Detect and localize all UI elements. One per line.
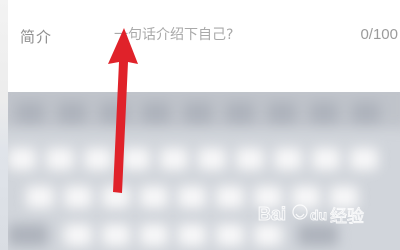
keyboard-key[interactable] (102, 224, 130, 246)
keyboard-key[interactable] (274, 148, 302, 170)
keyboard-key[interactable] (140, 186, 168, 208)
screen: 简介 0/100 (0, 0, 400, 250)
keyboard-key[interactable] (102, 186, 130, 208)
keyboard-key[interactable] (8, 224, 48, 246)
keyboard-key[interactable] (26, 186, 54, 208)
keyboard-key[interactable] (46, 148, 74, 170)
baidu-jingyan-watermark: Bai du 经验 (258, 204, 365, 228)
keyboard-row-1 (8, 98, 400, 128)
keyboard-row-2 (8, 144, 400, 174)
keyboard-key[interactable] (100, 102, 128, 124)
watermark-logo-glyphs: Bai du 经验 (258, 204, 365, 228)
keyboard-key[interactable] (216, 186, 244, 208)
svg-text:经验: 经验 (330, 207, 364, 227)
keyboard-key[interactable] (226, 102, 254, 124)
keyboard-key[interactable] (312, 148, 340, 170)
keyboard-key[interactable] (64, 224, 92, 246)
keyboard-key[interactable] (16, 102, 44, 124)
keyboard-key[interactable] (236, 148, 264, 170)
keyboard-key[interactable] (178, 224, 206, 246)
keyboard-key[interactable] (64, 186, 92, 208)
keyboard-key[interactable] (350, 148, 378, 170)
keyboard-key[interactable] (352, 102, 380, 124)
keyboard-key[interactable] (268, 102, 296, 124)
keyboard-key[interactable] (84, 148, 112, 170)
keyboard-key[interactable] (184, 102, 212, 124)
keyboard-key[interactable] (178, 186, 206, 208)
keyboard-key[interactable] (140, 224, 168, 246)
svg-text:du: du (310, 207, 327, 223)
keyboard-key[interactable] (142, 102, 170, 124)
left-edge-strip (0, 0, 8, 250)
keyboard-key[interactable] (310, 102, 338, 124)
bio-input[interactable] (114, 22, 314, 48)
bio-label: 简介 (20, 29, 53, 46)
keyboard-key[interactable] (198, 148, 226, 170)
keyboard-key[interactable] (160, 148, 188, 170)
bio-field-row[interactable]: 简介 0/100 (8, 0, 400, 92)
keyboard-key[interactable] (122, 148, 150, 170)
keyboard-key[interactable] (8, 148, 36, 170)
keyboard-key[interactable] (58, 102, 86, 124)
svg-text:Bai: Bai (258, 204, 286, 224)
bio-char-counter: 0/100 (360, 26, 398, 43)
keyboard-key[interactable] (216, 224, 244, 246)
